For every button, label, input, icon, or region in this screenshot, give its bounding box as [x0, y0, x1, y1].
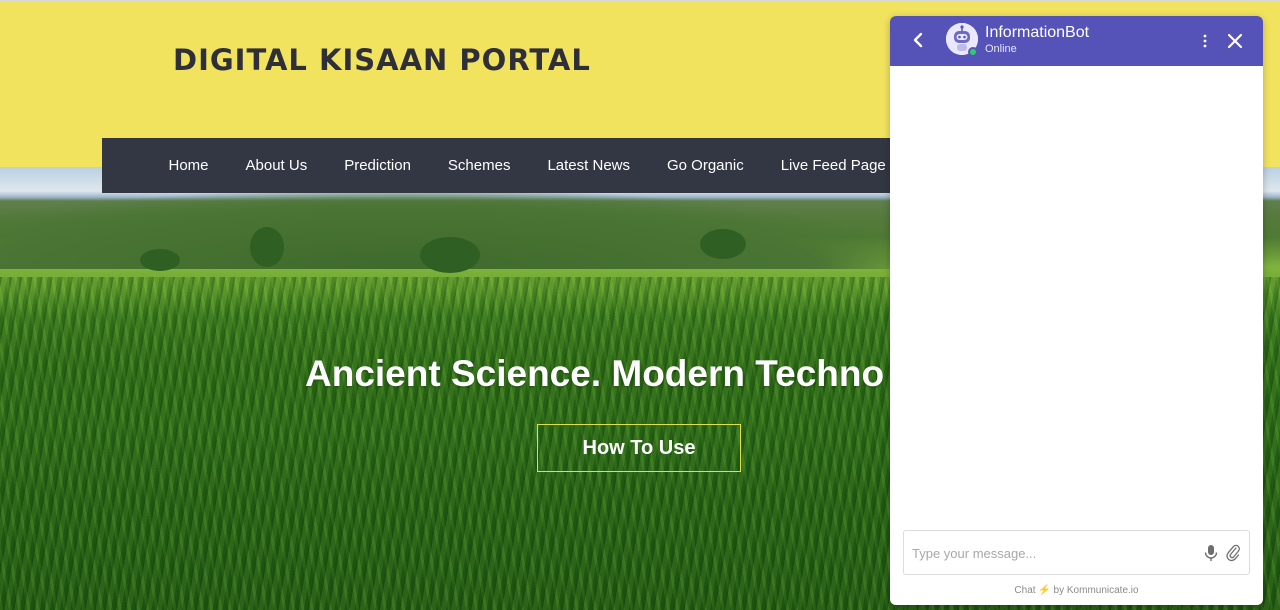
- powered-by-prefix: Chat: [1014, 585, 1036, 596]
- bot-status: Online: [985, 43, 1017, 55]
- main-navbar: Home About Us Prediction Schemes Latest …: [102, 138, 902, 193]
- online-status-dot: [968, 47, 978, 57]
- powered-by-link[interactable]: by Kommunicate.io: [1054, 585, 1139, 596]
- close-icon[interactable]: [1225, 31, 1245, 51]
- hero-heading: Ancient Science. Modern Techno: [305, 353, 885, 394]
- bot-name: InformationBot: [985, 24, 1090, 41]
- hero-tree-decoration: [420, 237, 480, 273]
- nav-item-schemes[interactable]: Schemes: [448, 157, 511, 174]
- message-composer: [903, 530, 1250, 575]
- powered-by-footer: Chat ⚡ by Kommunicate.io: [890, 585, 1263, 596]
- hero-tree-decoration: [700, 229, 746, 259]
- mic-icon[interactable]: [1203, 544, 1219, 562]
- back-icon[interactable]: [908, 30, 928, 50]
- hero-tree-decoration: [250, 227, 284, 267]
- bolt-icon: ⚡: [1038, 585, 1051, 596]
- nav-item-live-feed-page[interactable]: Live Feed Page: [781, 157, 886, 174]
- kebab-menu-icon[interactable]: [1195, 31, 1215, 51]
- nav-item-about-us[interactable]: About Us: [246, 157, 308, 174]
- hero-tree-decoration: [140, 249, 180, 271]
- chat-message-area: [890, 66, 1263, 526]
- nav-item-latest-news[interactable]: Latest News: [547, 157, 630, 174]
- chat-widget: InformationBot Online Chat ⚡ by Kommunic…: [890, 16, 1263, 605]
- nav-item-home[interactable]: Home: [169, 157, 209, 174]
- site-title: DIGITAL KISAAN PORTAL: [173, 43, 591, 77]
- paperclip-icon[interactable]: [1225, 544, 1241, 562]
- chat-header: InformationBot Online: [890, 16, 1263, 66]
- message-input[interactable]: [912, 543, 1192, 563]
- nav-item-prediction[interactable]: Prediction: [344, 157, 411, 174]
- how-to-use-button[interactable]: How To Use: [537, 424, 741, 472]
- nav-item-go-organic[interactable]: Go Organic: [667, 157, 744, 174]
